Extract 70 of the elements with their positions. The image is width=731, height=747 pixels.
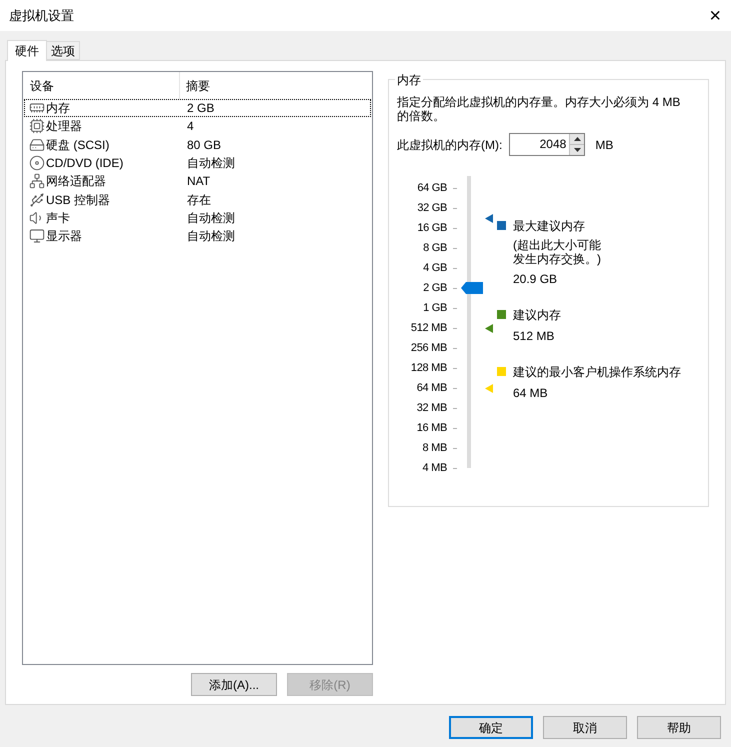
spin-up-icon[interactable]: [574, 137, 581, 141]
scale-label: 128 MB: [410, 360, 447, 376]
tab[interactable]: 选项: [47, 41, 80, 60]
device-name: 显示器: [46, 228, 82, 246]
add-button[interactable]: 添加(A)...: [191, 673, 277, 696]
device-summary: 存在: [186, 192, 211, 209]
device-row[interactable]: 网络适配器 NAT: [24, 172, 371, 190]
scale-label: 16 MB: [416, 420, 447, 436]
scale-label: 256 MB: [410, 340, 447, 356]
device-summary: 80 GB: [186, 136, 222, 154]
scale-label: 16 GB: [417, 220, 447, 236]
legend-note: (超出此大小可能: [513, 238, 601, 252]
column-header[interactable]: 摘要: [180, 72, 371, 99]
scale-label: 8 MB: [422, 440, 447, 456]
device-row[interactable]: 硬盘 (SCSI) 80 GB: [24, 136, 371, 154]
device-name: CD/DVD (IDE): [46, 155, 124, 172]
device-name: USB 控制器: [46, 192, 110, 209]
scale-label: 64 GB: [417, 180, 447, 196]
usb-icon: [29, 192, 45, 208]
slider-thumb[interactable]: [461, 282, 483, 294]
legend-value: 512 MB: [513, 328, 556, 344]
legend-value: 64 MB: [513, 385, 549, 401]
window-title: 虚拟机设置: [9, 6, 74, 25]
device-name: 硬盘 (SCSI): [46, 136, 110, 154]
scale-label: 512 MB: [410, 320, 447, 336]
scale-label: 8 GB: [423, 240, 447, 256]
device-row[interactable]: 显示器 自动检测: [24, 227, 371, 246]
hard-drive-icon: [29, 136, 45, 153]
memory-unit: MB: [595, 136, 614, 154]
device-summary: NAT: [186, 173, 210, 190]
legend-title: 建议内存: [513, 307, 561, 323]
device-row[interactable]: CD/DVD (IDE) 自动检测: [24, 154, 371, 172]
device-name: 处理器: [46, 118, 82, 136]
device-row[interactable]: 声卡 自动检测: [24, 208, 371, 228]
disc-icon: [29, 155, 45, 172]
device-name: 声卡: [46, 210, 70, 227]
memory-spin-field[interactable]: 2048: [509, 133, 586, 156]
dialog-button[interactable]: 帮助: [637, 716, 721, 739]
scale-label: 32 MB: [416, 400, 447, 416]
spin-down-icon[interactable]: [574, 148, 581, 152]
network-icon: [29, 173, 45, 190]
monitor-icon: [29, 228, 45, 244]
device-summary: 4: [186, 118, 194, 136]
scale-label: 4 GB: [423, 260, 447, 276]
device-name: 内存: [46, 100, 70, 118]
device-row[interactable]: USB 控制器 存在: [24, 190, 371, 209]
device-summary: 自动检测: [186, 228, 235, 246]
memory-label: 此虚拟机的内存(M):: [397, 136, 502, 154]
device-summary: 自动检测: [186, 155, 235, 172]
scale-label: 4 MB: [422, 460, 447, 476]
tab[interactable]: 硬件: [7, 40, 47, 61]
scale-label: 32 GB: [417, 200, 447, 216]
device-row[interactable]: 内存 2 GB: [24, 99, 371, 118]
device-name: 网络适配器: [46, 173, 106, 190]
legend-value: 20.9 GB: [513, 271, 558, 287]
memory-description: 指定分配给此虚拟机的内存量。内存大小必须为 4 MB 的倍数。: [397, 95, 682, 123]
device-summary: 2 GB: [186, 100, 214, 118]
legend-title: 建议的最小客户机操作系统内存: [513, 364, 681, 380]
column-header[interactable]: 设备: [24, 72, 180, 99]
scale-label: 1 GB: [423, 300, 447, 316]
legend-note: 发生内存交换。): [513, 252, 601, 266]
device-row[interactable]: 处理器 4: [24, 117, 371, 136]
close-button[interactable]: ×: [709, 6, 721, 26]
scale-label: 2 GB: [423, 280, 447, 296]
dialog-button[interactable]: 取消: [543, 716, 627, 739]
dialog-button[interactable]: 确定: [449, 716, 533, 739]
chip-icon: [29, 118, 45, 134]
scale-label: 64 MB: [416, 380, 447, 396]
legend-title: 最大建议内存: [513, 218, 586, 234]
device-summary: 自动检测: [186, 210, 235, 227]
